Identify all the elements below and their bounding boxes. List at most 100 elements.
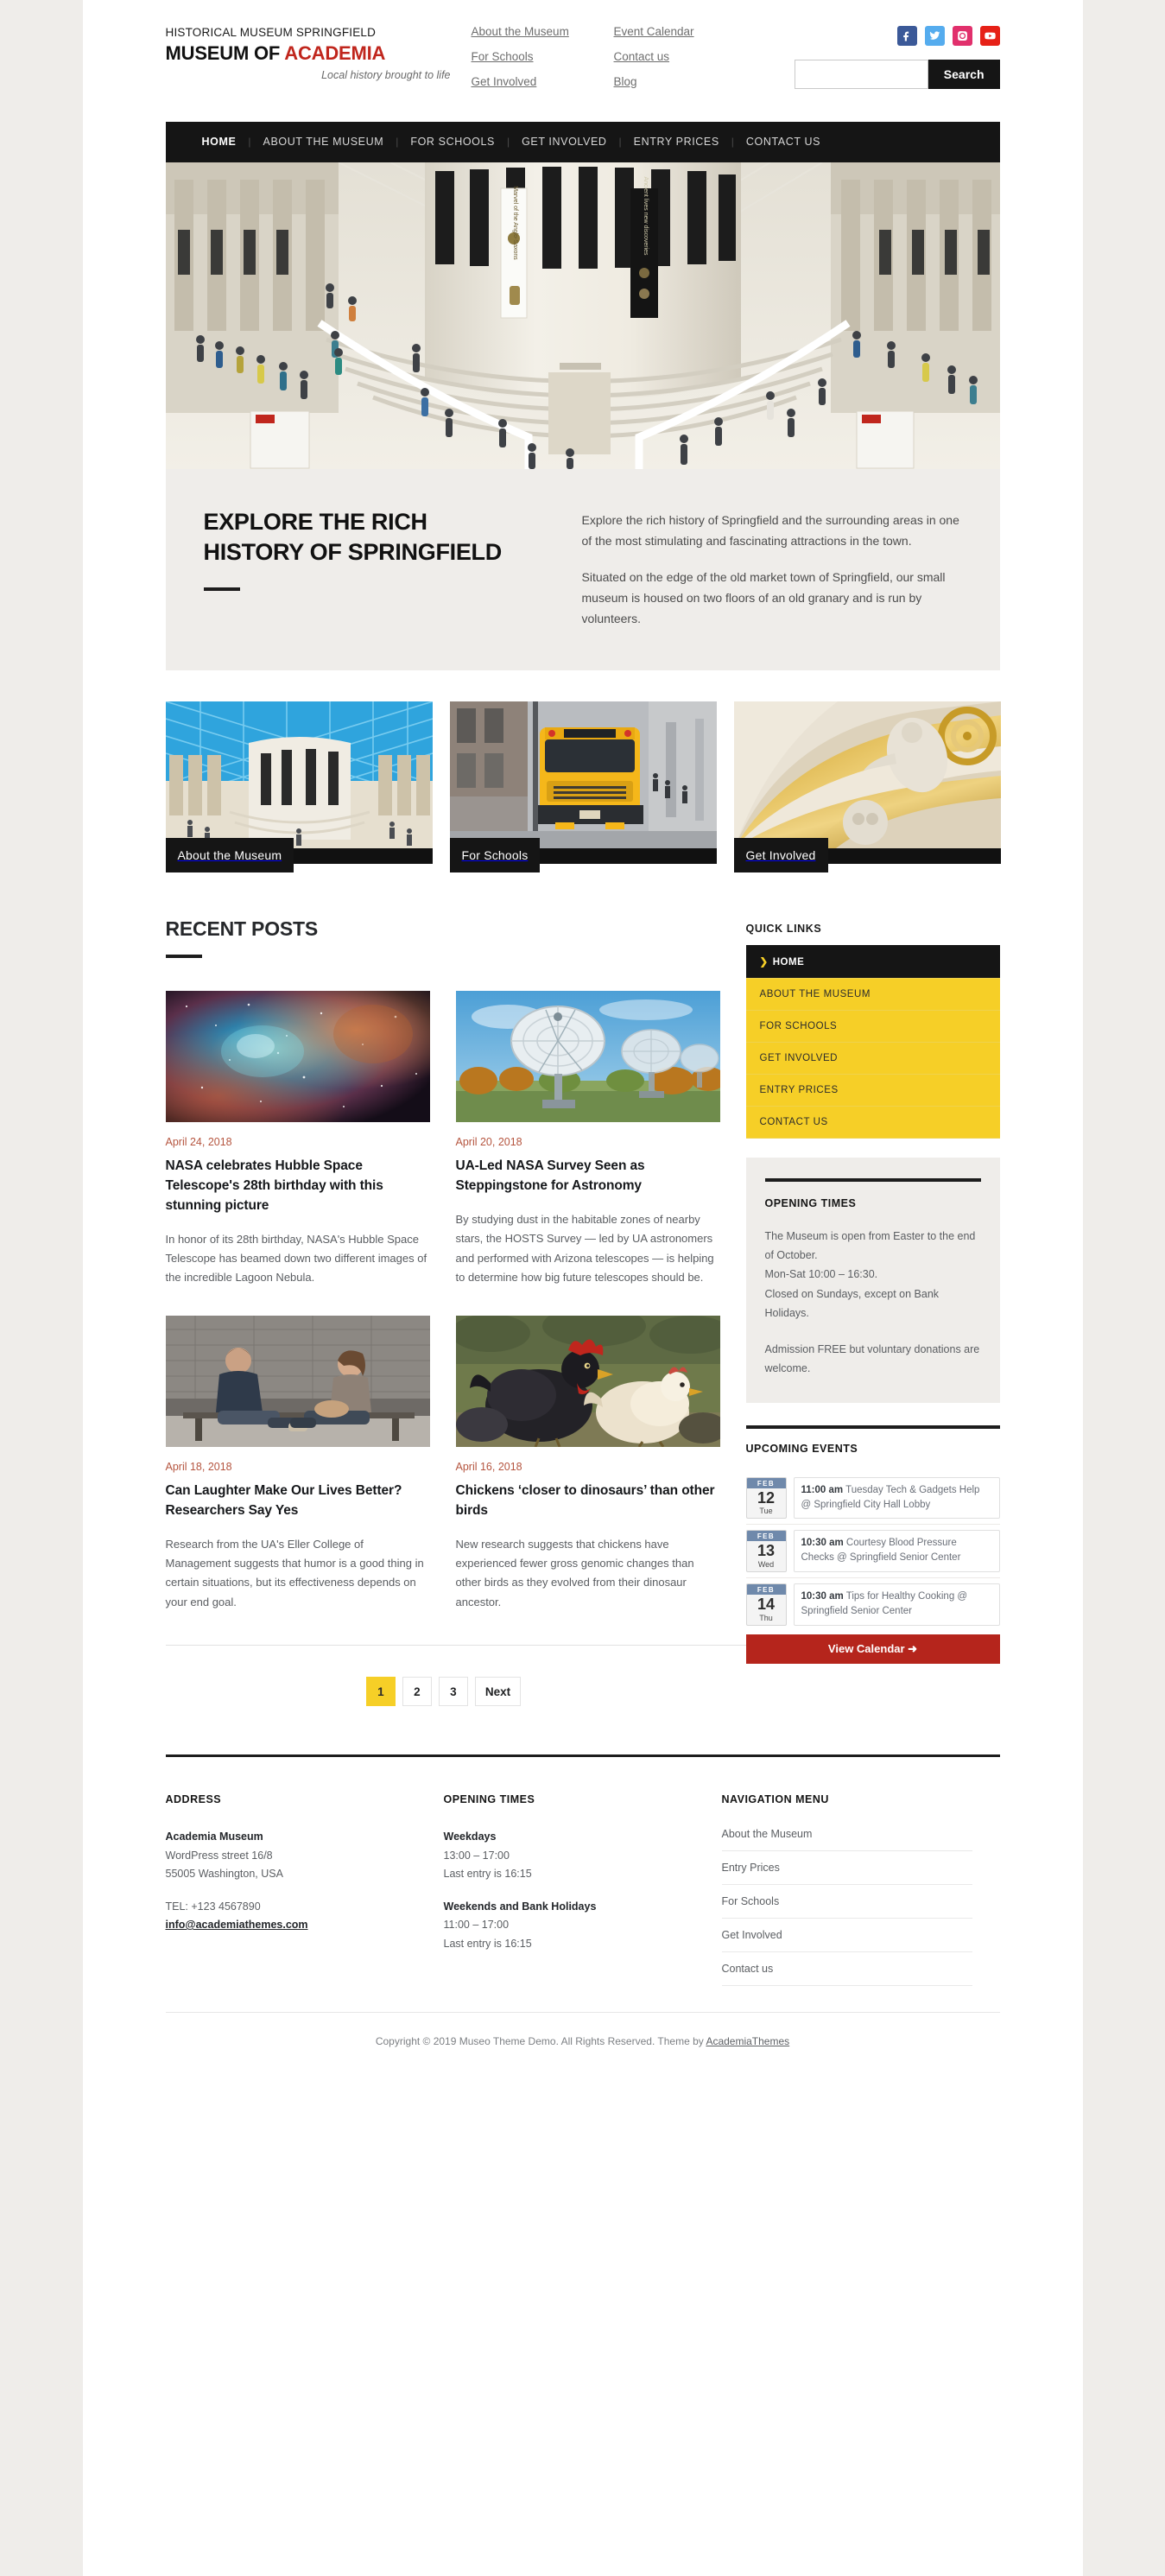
- brand-title: MUSEUM OF ACADEMIA: [166, 41, 451, 66]
- footer-nav-column: NAVIGATION MENU About the Museum Entry P…: [721, 1793, 1000, 1987]
- post-title[interactable]: UA-Led NASA Survey Seen as Steppingstone…: [456, 1157, 720, 1196]
- footer-weekdays-label: Weekdays: [443, 1830, 497, 1843]
- search-button[interactable]: Search: [928, 60, 1000, 89]
- footer-weekdays-last-entry: Last entry is 16:15: [443, 1868, 532, 1881]
- copyright-text: Copyright © 2019 Museo Theme Demo. All R…: [375, 2035, 706, 2048]
- footer-nav-entry-prices[interactable]: Entry Prices: [721, 1851, 972, 1886]
- twitter-icon[interactable]: [924, 26, 945, 46]
- instagram-icon[interactable]: [952, 26, 972, 46]
- event-day: 14: [757, 1596, 776, 1614]
- opening-times-admission: Admission FREE but voluntary donations a…: [764, 1343, 980, 1375]
- sidebar-item-entry-prices[interactable]: ENTRY PRICES: [745, 1074, 1000, 1107]
- post-thumbnail-people-laughing: [165, 1315, 430, 1447]
- event-weekday: Wed: [757, 1560, 775, 1570]
- nav-item-home[interactable]: HOME: [190, 136, 249, 148]
- event-time: 11:00 am: [801, 1484, 844, 1495]
- brand-title-accent: ACADEMIA: [284, 42, 386, 65]
- post-title[interactable]: Can Laughter Make Our Lives Better? Rese…: [166, 1482, 430, 1521]
- nav-item-get-involved[interactable]: GET INVOLVED: [510, 136, 618, 148]
- header-link-get-involved[interactable]: Get Involved: [472, 75, 614, 89]
- intro-paragraph-1: Explore the rich history of Springfield …: [581, 512, 959, 548]
- nav-item-contact-us[interactable]: CONTACT US: [734, 136, 833, 148]
- youtube-icon[interactable]: [979, 26, 1000, 46]
- footer-street: WordPress street 16/8: [165, 1849, 273, 1862]
- list-item[interactable]: April 20, 2018 UA-Led NASA Survey Seen a…: [455, 990, 720, 1288]
- sidebar-item-home[interactable]: ❯ HOME: [745, 944, 1000, 979]
- header-link-event-calendar[interactable]: Event Calendar: [614, 25, 757, 39]
- intro-paragraph-2: Situated on the edge of the old market t…: [581, 569, 946, 625]
- header-link-blog[interactable]: Blog: [614, 75, 757, 89]
- list-item[interactable]: FEB 13 Wed 10:30 am Courtesy Blood Press…: [745, 1524, 1000, 1577]
- event-day: 13: [757, 1542, 776, 1560]
- feature-card-caption: About the Museum: [165, 837, 294, 872]
- post-thumbnail-chickens: [455, 1315, 720, 1447]
- search-input[interactable]: [794, 60, 928, 89]
- nav-item-for-schools[interactable]: FOR SCHOOLS: [398, 136, 507, 148]
- footer-email-link[interactable]: info@academiathemes.com: [166, 1919, 308, 1931]
- post-thumbnail-radio-telescope: [455, 990, 720, 1122]
- intro-body: Explore the rich history of Springfield …: [572, 507, 966, 629]
- header-link-about[interactable]: About the Museum: [472, 25, 614, 39]
- event-details[interactable]: 10:30 am Tips for Healthy Cooking @ Spri…: [793, 1583, 1000, 1627]
- section-rule: [165, 954, 202, 958]
- event-details[interactable]: 11:00 am Tuesday Tech & Gadgets Help @ S…: [793, 1476, 1000, 1520]
- feature-card-get-involved[interactable]: Get Involved: [733, 701, 1001, 872]
- list-item[interactable]: FEB 12 Tue 11:00 am Tuesday Tech & Gadge…: [745, 1472, 1000, 1525]
- nav-item-about-the-museum[interactable]: ABOUT THE MUSEUM: [251, 136, 396, 148]
- post-date: April 24, 2018: [165, 1135, 232, 1148]
- sidebar: QUICK LINKS ❯ HOME ABOUT THE MUSEUM FOR S…: [745, 902, 1000, 1706]
- sidebar-item-contact-us[interactable]: CONTACT US: [745, 1106, 1000, 1139]
- pagination-page-3[interactable]: 3: [438, 1677, 468, 1707]
- list-item[interactable]: April 16, 2018 Chickens ‘closer to dinos…: [455, 1315, 720, 1612]
- event-list: FEB 12 Tue 11:00 am Tuesday Tech & Gadge…: [745, 1472, 1000, 1631]
- header-link-for-schools[interactable]: For Schools: [472, 50, 614, 64]
- post-title[interactable]: Chickens ‘closer to dinosaurs’ than othe…: [456, 1482, 720, 1521]
- header-utilities: Search: [776, 26, 1000, 89]
- intro-panel: EXPLORE THE RICH HISTORY OF SPRINGFIELD …: [165, 468, 1000, 670]
- upcoming-events-title: UPCOMING EVENTS: [745, 1442, 858, 1455]
- sidebar-item-label: HOME: [772, 956, 805, 968]
- feature-card-for-schools[interactable]: For Schools: [449, 701, 717, 872]
- facebook-icon[interactable]: [896, 26, 917, 46]
- sidebar-item-about-the-museum[interactable]: ABOUT THE MUSEUM: [745, 978, 1000, 1011]
- header-link-contact-us[interactable]: Contact us: [614, 50, 757, 64]
- footer-nav-get-involved[interactable]: Get Involved: [721, 1919, 972, 1953]
- pagination-page-2[interactable]: 2: [402, 1677, 432, 1707]
- widget-rule: [745, 1424, 1000, 1429]
- posts-column: RECENT POSTS April 24, 2018 NASA celebra…: [165, 902, 746, 1707]
- footer-nav-about-the-museum[interactable]: About the Museum: [721, 1824, 972, 1852]
- header-links: About the Museum For Schools Get Involve…: [451, 25, 776, 101]
- pagination-page-1[interactable]: 1: [365, 1677, 396, 1707]
- page-root: HISTORICAL MUSEUM SPRINGFIELD MUSEUM OF …: [82, 0, 1083, 2576]
- header-links-col-1: About the Museum For Schools Get Involve…: [472, 25, 614, 101]
- view-calendar-button[interactable]: View Calendar ➜: [745, 1634, 1000, 1665]
- post-excerpt: By studying dust in the habitable zones …: [455, 1212, 714, 1284]
- quick-links-title: QUICK LINKS: [745, 922, 822, 935]
- event-details[interactable]: 10:30 am Courtesy Blood Pressure Checks …: [793, 1530, 1000, 1573]
- footer-nav-title: NAVIGATION MENU: [721, 1793, 829, 1806]
- opening-times-text: The Museum is open from Easter to the en…: [764, 1229, 976, 1319]
- sidebar-item-get-involved[interactable]: GET INVOLVED: [745, 1042, 1000, 1075]
- feature-card-about-the-museum[interactable]: About the Museum: [165, 701, 433, 872]
- main-navigation: HOME | ABOUT THE MUSEUM | FOR SCHOOLS | …: [165, 121, 1000, 162]
- search-form: Search: [776, 60, 1000, 89]
- pagination-next[interactable]: Next: [474, 1677, 522, 1707]
- footer-museum-name: Academia Museum: [165, 1830, 263, 1843]
- list-item[interactable]: April 18, 2018 Can Laughter Make Our Liv…: [165, 1315, 430, 1612]
- post-title[interactable]: NASA celebrates Hubble Space Telescope's…: [166, 1157, 430, 1216]
- footer-weekends-hours: 11:00 – 17:00: [443, 1919, 510, 1932]
- sidebar-item-for-schools[interactable]: FOR SCHOOLS: [745, 1010, 1000, 1043]
- copyright-theme-link[interactable]: AcademiaThemes: [706, 2035, 789, 2047]
- footer-nav-for-schools[interactable]: For Schools: [721, 1885, 972, 1919]
- event-time: 10:30 am: [801, 1591, 844, 1602]
- list-item[interactable]: FEB 14 Thu 10:30 am Tips for Healthy Coo…: [745, 1577, 1000, 1631]
- nav-item-entry-prices[interactable]: ENTRY PRICES: [622, 136, 731, 148]
- footer-address-body: Academia Museum WordPress street 16/8 55…: [166, 1828, 416, 1935]
- site-footer: ADDRESS Academia Museum WordPress street…: [166, 1757, 1000, 2012]
- footer-telephone: TEL: +123 4567890: [165, 1900, 261, 1913]
- intro-heading: EXPLORE THE RICH HISTORY OF SPRINGFIELD: [204, 507, 572, 568]
- list-item[interactable]: April 24, 2018 NASA celebrates Hubble Sp…: [165, 990, 430, 1288]
- event-month: FEB: [746, 1477, 786, 1488]
- feature-card-caption: Get Involved: [733, 837, 828, 872]
- footer-nav-contact-us[interactable]: Contact us: [721, 1952, 972, 1987]
